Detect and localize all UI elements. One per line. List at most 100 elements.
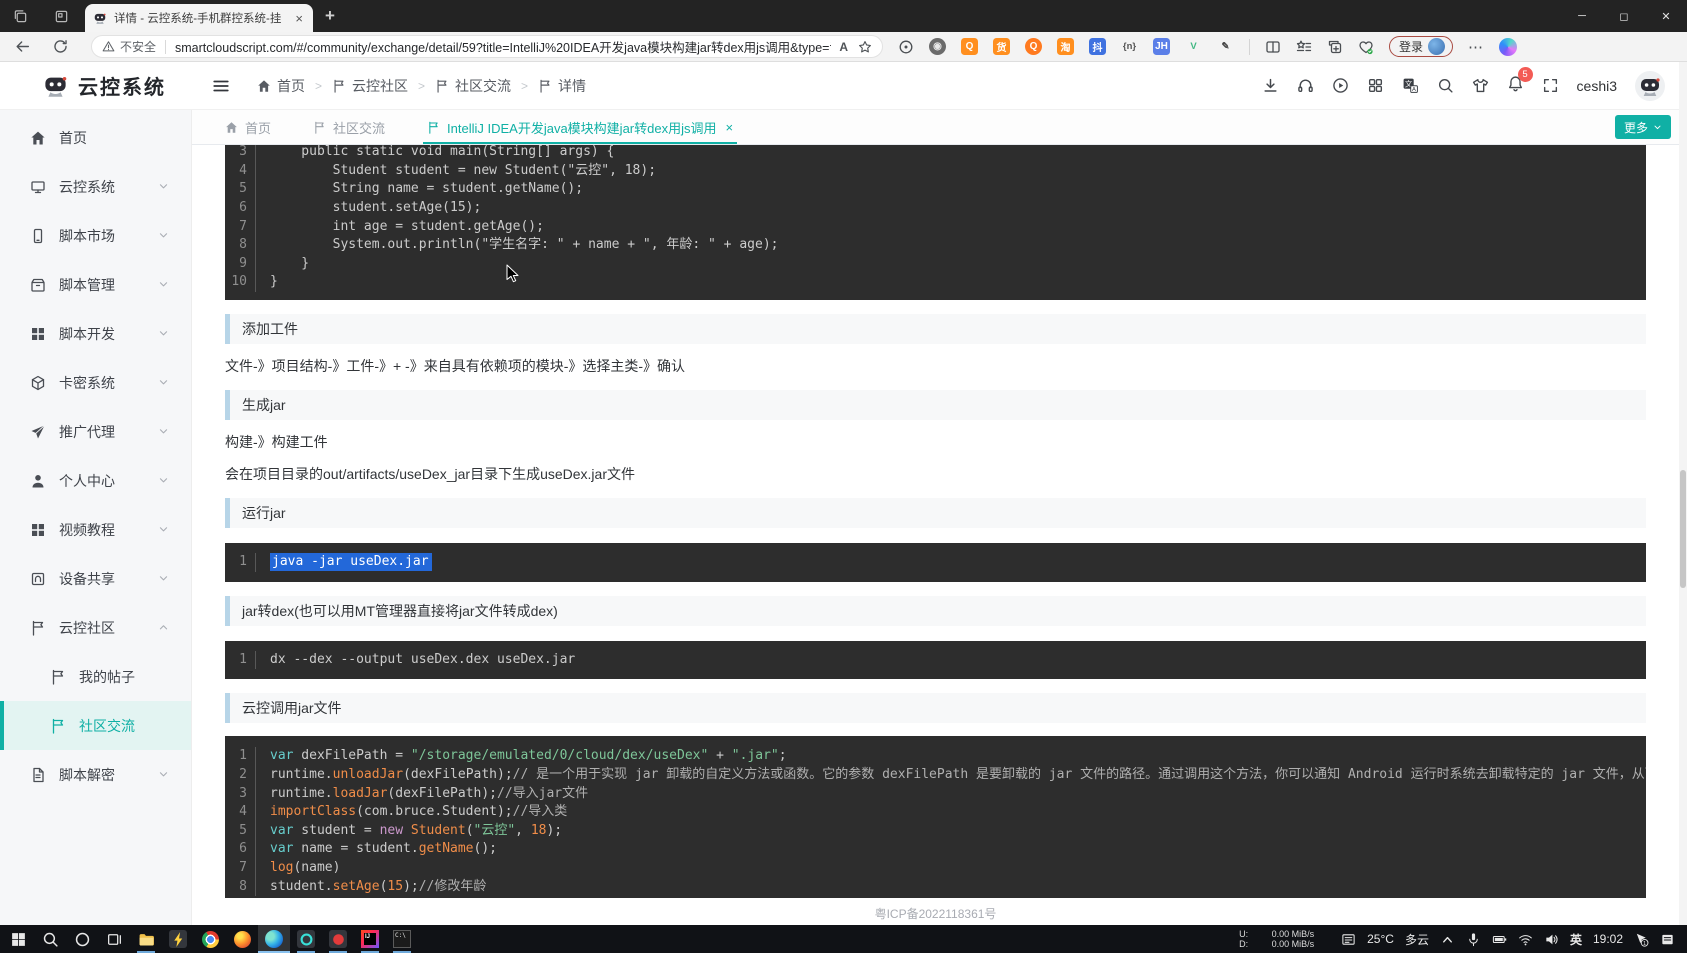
more-button[interactable]: 更多	[1615, 115, 1671, 139]
username[interactable]: ceshi3	[1577, 78, 1617, 94]
sidebar-item[interactable]: 脚本解密	[0, 750, 191, 799]
dou-extension-icon[interactable]: 抖	[1089, 38, 1106, 55]
network-speed-indicator: U: 0.00 MiB/s D: 0.00 MiB/s	[1239, 929, 1314, 949]
chrome-app[interactable]	[194, 925, 226, 953]
page-tab[interactable]: IntelliJ IDEA开发java模块构建jar转dex用js调用×	[427, 110, 733, 144]
app-logo[interactable]: 云控系统	[42, 71, 166, 100]
favorite-star-icon[interactable]	[858, 40, 872, 54]
favorites-icon[interactable]	[1296, 39, 1312, 55]
firefox-app[interactable]	[226, 925, 258, 953]
input-language-indicator[interactable]: 英	[1570, 931, 1582, 948]
browser-essentials-icon[interactable]	[1358, 39, 1374, 55]
breadcrumb-item[interactable]: 首页	[257, 76, 305, 96]
clock[interactable]: 19:02	[1593, 932, 1623, 946]
collapse-menu-icon[interactable]	[212, 77, 230, 95]
breadcrumb-item[interactable]: 详情	[538, 76, 586, 96]
network-icon[interactable]	[1518, 932, 1533, 947]
page-scrollbar[interactable]	[1679, 62, 1687, 925]
page-tab[interactable]: 社区交流	[313, 110, 385, 144]
page-tab[interactable]: 首页	[225, 110, 271, 144]
breadcrumb-item[interactable]: 云控社区	[332, 76, 408, 96]
jh-extension-icon[interactable]: JH	[1153, 38, 1170, 55]
minimize-button[interactable]: ─	[1561, 0, 1603, 32]
address-bar[interactable]: 不安全 smartcloudscript.com/#/community/exc…	[91, 35, 883, 58]
apps-grid-icon[interactable]	[1367, 77, 1384, 94]
url-text[interactable]: smartcloudscript.com/#/community/exchang…	[175, 37, 831, 56]
sidebar-item[interactable]: 首页	[0, 113, 191, 162]
file-explorer[interactable]	[130, 925, 162, 953]
weather-temperature[interactable]: 25°C	[1367, 932, 1394, 946]
sidebar-item[interactable]: 个人中心	[0, 456, 191, 505]
vue-extension-icon[interactable]: V	[1185, 38, 1202, 55]
code-line: 4importClass(com.bruce.Student);//导入类	[225, 803, 1646, 822]
theme-icon[interactable]	[1472, 77, 1489, 94]
emulator-app[interactable]	[290, 925, 322, 953]
edge-app[interactable]	[258, 925, 290, 953]
start-button[interactable]	[2, 925, 34, 953]
sidebar-item[interactable]: 我的帖子	[0, 652, 191, 701]
braces-extension-icon[interactable]: {n}	[1121, 38, 1138, 55]
weather-description[interactable]: 多云	[1405, 931, 1429, 948]
sidebar-item[interactable]: 脚本管理	[0, 260, 191, 309]
language-icon[interactable]: 文A	[1402, 77, 1419, 94]
sidebar-item[interactable]: 脚本市场	[0, 211, 191, 260]
breadcrumb-item[interactable]: 社区交流	[435, 76, 511, 96]
sidebar-item[interactable]: 脚本开发	[0, 309, 191, 358]
refresh-icon[interactable]	[52, 38, 69, 55]
battery-icon[interactable]	[1492, 932, 1507, 947]
hidden-icons-chevron[interactable]	[1440, 932, 1455, 947]
action-center-icon[interactable]	[1660, 932, 1675, 947]
sidebar-item-label: 视频教程	[59, 520, 115, 540]
news-widget-icon[interactable]	[1341, 932, 1356, 947]
sidebar-item[interactable]: 云控社区	[0, 603, 191, 652]
download-icon[interactable]	[1262, 77, 1279, 94]
sidebar-item[interactable]: 设备共享	[0, 554, 191, 603]
maximize-button[interactable]: ◻	[1603, 0, 1645, 32]
notifications-button[interactable]: 5	[1507, 75, 1524, 97]
recorder-app[interactable]	[322, 925, 354, 953]
intellij-idea[interactable]: IJ	[354, 925, 386, 953]
browser-menu-icon[interactable]: ⋯	[1468, 38, 1484, 56]
profile-login-button[interactable]: 登录	[1389, 36, 1453, 57]
taskbar-search[interactable]	[34, 925, 66, 953]
collections-icon[interactable]	[1327, 39, 1343, 55]
page-tab-close-icon[interactable]: ×	[725, 120, 733, 135]
new-tab-button[interactable]: +	[325, 6, 335, 26]
q-search-extension-icon[interactable]: Q	[1025, 38, 1042, 55]
task-view-button[interactable]	[98, 925, 130, 953]
q-orange-extension-icon[interactable]: Q	[961, 38, 978, 55]
cortana-button[interactable]	[66, 925, 98, 953]
video-play-icon[interactable]	[1332, 77, 1349, 94]
terminal-app[interactable]: C:\	[386, 925, 418, 953]
pen-input-icon[interactable]: 1	[1634, 932, 1649, 947]
huo-extension-icon[interactable]: 货	[993, 38, 1010, 55]
user-avatar[interactable]	[1635, 71, 1665, 101]
sidebar-item[interactable]: 视频教程	[0, 505, 191, 554]
sidebar-item[interactable]: 社区交流	[0, 701, 191, 750]
fullscreen-icon[interactable]	[1542, 77, 1559, 94]
copilot-icon[interactable]	[1499, 38, 1517, 56]
tracking-prevention-icon[interactable]	[898, 39, 914, 55]
browser-tab-close-icon[interactable]: ×	[293, 11, 305, 26]
media-extension-icon[interactable]: ◉	[929, 38, 946, 55]
microphone-tray-icon[interactable]	[1466, 932, 1481, 947]
close-window-button[interactable]: ✕	[1645, 0, 1687, 32]
sidebar-item[interactable]: 云控系统	[0, 162, 191, 211]
thunder-app[interactable]	[162, 925, 194, 953]
tab-actions-icon[interactable]	[54, 9, 69, 24]
code-block: 3 public static void main(String[] args)…	[225, 145, 1646, 300]
workspaces-icon[interactable]	[13, 9, 28, 24]
search-icon[interactable]	[1437, 77, 1454, 94]
browser-tab[interactable]: 详情 - 云控系统-手机群控系统-挂 ×	[85, 4, 313, 32]
volume-icon[interactable]	[1544, 932, 1559, 947]
scrollbar-thumb[interactable]	[1680, 470, 1686, 588]
back-icon[interactable]	[14, 38, 31, 55]
support-headset-icon[interactable]	[1297, 77, 1314, 94]
tao-extension-icon[interactable]: 淘	[1057, 38, 1074, 55]
split-screen-icon[interactable]	[1265, 39, 1281, 55]
read-aloud-icon[interactable]: A	[839, 40, 848, 54]
sidebar-item[interactable]: 推广代理	[0, 407, 191, 456]
eyedropper-extension-icon[interactable]: ✎	[1217, 38, 1234, 55]
sidebar-item[interactable]: 卡密系统	[0, 358, 191, 407]
tablet-icon	[30, 228, 46, 244]
